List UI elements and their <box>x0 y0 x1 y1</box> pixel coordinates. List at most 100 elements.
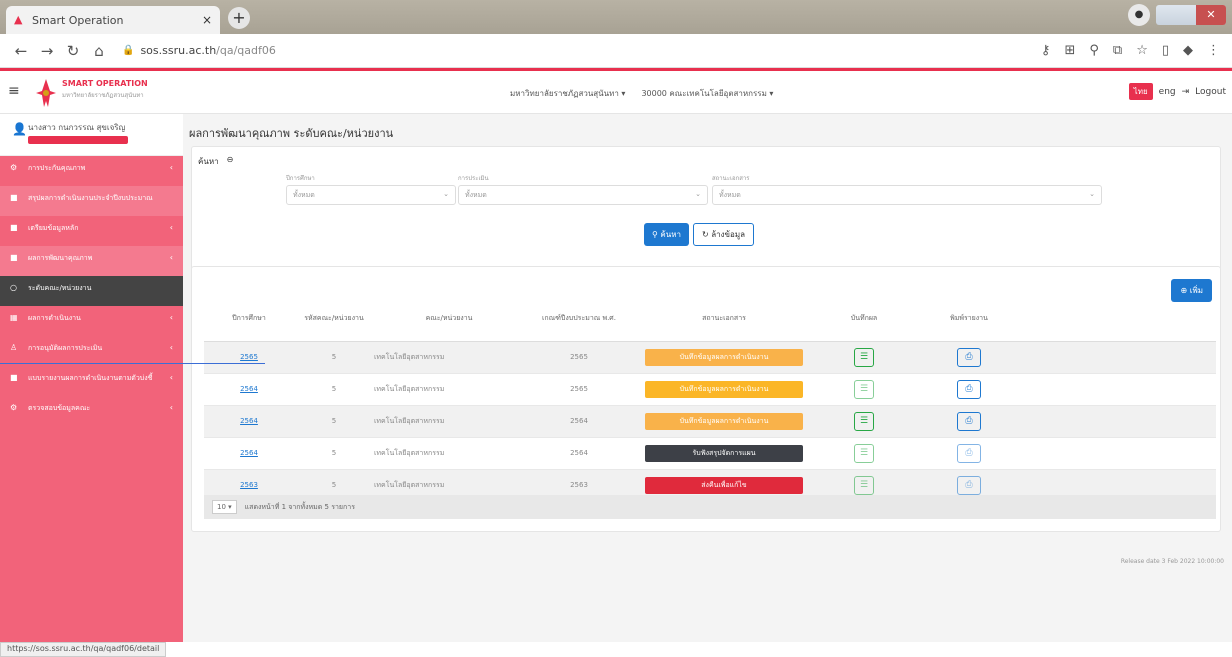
window-buttons[interactable]: ✕ <box>1156 5 1226 25</box>
lang-th-button[interactable]: ไทย <box>1128 83 1153 100</box>
sidebar-item-approval[interactable]: ♙ การอนุมัติผลการประเมิน ‹ <box>0 336 183 366</box>
university-dropdown[interactable]: มหาวิทยาลัยราชภัฏสวนสุนันทา ▾ <box>510 87 625 100</box>
table-row: 2565 5 เทคโนโลยีอุตสาหกรรม 2565 บันทึกข้… <box>204 341 1216 374</box>
chevron-left-icon: ‹ <box>169 373 173 382</box>
col-budget-year: เกณฑ์ปีงบประมาณ พ.ศ. <box>524 297 634 342</box>
sidebar-icon[interactable]: ▯ <box>1162 43 1169 58</box>
col-record: บันทึกผล <box>814 297 914 342</box>
page-size-select[interactable]: 10 ▾ <box>212 500 237 514</box>
print-icon[interactable]: ⎙ <box>957 411 981 431</box>
record-list-icon[interactable]: ☰ <box>854 411 874 431</box>
year-link[interactable]: 2564 <box>240 449 258 457</box>
academic-year-select[interactable]: ทั้งหมด ⌄ <box>286 185 456 205</box>
user-name: นางสาว กนกวรรณ สุขเจริญ <box>28 123 126 132</box>
search-button[interactable]: ⚲ ค้นหา <box>644 223 689 246</box>
browser-tab[interactable]: ▲ Smart Operation × <box>6 6 220 34</box>
print-icon[interactable]: ⎙ <box>957 475 981 495</box>
academic-year-label: ปีการศึกษา <box>286 175 315 182</box>
status-badge: บันทึกข้อมูลผลการดำเนินงาน <box>645 380 803 398</box>
sidebar-item-qa[interactable]: ⚙ การประกันคุณภาพ ‹ <box>0 156 183 186</box>
year-link[interactable]: 2564 <box>240 385 258 393</box>
sidebar-item-indicator-report[interactable]: ■ แบบรายงานผลการดำเนินงานตามตัวบ่งชี้ ‹ <box>0 366 183 396</box>
lock-icon: 🔒 <box>122 45 135 56</box>
results-table: ปีการศึกษา รหัสคณะ/หน่วยงาน คณะ/หน่วยงาน… <box>204 297 1216 502</box>
academic-year-field: ปีการศึกษา ทั้งหมด ⌄ <box>286 173 456 205</box>
assessment-select[interactable]: ทั้งหมด ⌄ <box>458 185 708 205</box>
year-link[interactable]: 2564 <box>240 417 258 425</box>
sidebar-item-quality-results[interactable]: ■ ผลการพัฒนาคุณภาพ ‹ <box>0 246 183 276</box>
zoom-icon[interactable]: ⚲ <box>1089 43 1099 58</box>
browser-titlebar: ▲ Smart Operation × + ● ✕ <box>0 0 1232 34</box>
sidebar-item-check-data[interactable]: ⚙ ตรวจสอบข้อมูลคณะ ‹ <box>0 396 183 426</box>
sidebar-item-label: การประกันคุณภาพ <box>28 164 86 172</box>
translate-icon[interactable]: ⊞ <box>1064 43 1075 58</box>
sidebar-item-faculty-level[interactable]: ○ ระดับคณะ/หน่วยงาน <box>0 276 183 306</box>
bookmark-star-icon[interactable]: ☆ <box>1136 43 1148 58</box>
sidebar-item-performance[interactable]: ▦ ผลการดำเนินงาน ‹ <box>0 306 183 336</box>
url-path: /qa/qadf06 <box>216 44 276 57</box>
puzzle-icon[interactable]: ◆ <box>1183 43 1193 58</box>
refresh-icon: ↻ <box>702 230 709 239</box>
reload-icon[interactable]: ↻ <box>62 42 84 60</box>
sidebar-item-label: สรุปผลการดำเนินงานประจำปีงบประมาณ <box>28 194 153 202</box>
logout-icon[interactable]: ⇥ <box>1182 87 1190 97</box>
address-bar: ← → ↻ ⌂ 🔒 sos.ssru.ac.th/qa/qadf06 ⚷ ⊞ ⚲… <box>0 34 1232 68</box>
sidebar-item-label: ผลการดำเนินงาน <box>28 314 81 322</box>
collapse-icon[interactable]: ⊖ <box>227 155 234 168</box>
budget-year: 2565 <box>524 341 634 374</box>
forward-icon[interactable]: → <box>36 42 58 60</box>
chevron-left-icon: ‹ <box>169 403 173 412</box>
search-header[interactable]: ค้นหา ⊖ <box>198 155 233 168</box>
unit-name: เทคโนโลยีอุตสาหกรรม <box>374 373 524 406</box>
new-tab-button[interactable]: + <box>228 7 250 29</box>
chevron-left-icon: ‹ <box>169 343 173 352</box>
url-field[interactable]: 🔒 sos.ssru.ac.th/qa/qadf06 <box>122 44 276 57</box>
record-list-icon[interactable]: ☰ <box>854 443 874 463</box>
clear-button-label: ล้างข้อมูล <box>711 230 745 239</box>
hamburger-menu-icon[interactable]: ≡ <box>8 83 20 99</box>
doc-status-label: สถานะเอกสาร <box>712 175 750 182</box>
chevron-down-icon: ⌄ <box>1089 190 1095 198</box>
clear-button[interactable]: ↻ ล้างข้อมูล <box>693 223 754 246</box>
sidebar-item-label: ตรวจสอบข้อมูลคณะ <box>28 404 91 412</box>
search-icon: ⚲ <box>652 230 658 239</box>
record-list-icon[interactable]: ☰ <box>854 379 874 399</box>
key-icon[interactable]: ⚷ <box>1041 43 1051 58</box>
year-link[interactable]: 2563 <box>240 481 258 489</box>
print-icon[interactable]: ⎙ <box>957 443 981 463</box>
extension-icon[interactable]: ⧉ <box>1113 43 1122 58</box>
home-icon[interactable]: ⌂ <box>88 42 110 60</box>
sidebar-item-label: การอนุมัติผลการประเมิน <box>28 344 103 352</box>
back-icon[interactable]: ← <box>10 42 32 60</box>
menu-dots-icon[interactable]: ⋮ <box>1207 43 1220 58</box>
chevron-left-icon: ‹ <box>169 223 173 232</box>
tab-close-button[interactable]: × <box>202 13 212 27</box>
unit-code: 5 <box>294 437 374 470</box>
record-list-icon[interactable]: ☰ <box>854 347 874 367</box>
status-badge: บันทึกข้อมูลผลการดำเนินงาน <box>645 348 803 366</box>
lang-en-button[interactable]: eng <box>1159 87 1176 97</box>
square-icon: ■ <box>10 223 18 232</box>
profile-icon[interactable]: ● <box>1128 4 1150 26</box>
unit-dropdown[interactable]: 30000 คณะเทคโนโลยีอุตสาหกรรม ▾ <box>641 87 773 100</box>
close-window-icon[interactable]: ✕ <box>1196 5 1226 25</box>
logout-link[interactable]: Logout <box>1195 87 1226 97</box>
print-icon[interactable]: ⎙ <box>957 379 981 399</box>
col-unit: คณะ/หน่วยงาน <box>374 297 524 342</box>
user-box: 👤 นางสาว กนกวรรณ สุขเจริญ <box>0 114 183 156</box>
sidebar-item-summary[interactable]: ■ สรุปผลการดำเนินงานประจำปีงบประมาณ <box>0 186 183 216</box>
sidebar-item-master-data[interactable]: ■ เตรียมข้อมูลหลัก ‹ <box>0 216 183 246</box>
chevron-left-icon: ‹ <box>169 163 173 172</box>
year-link[interactable]: 2565 <box>240 353 258 361</box>
ssru-logo <box>36 79 56 107</box>
assessment-field: การประเมิน ทั้งหมด ⌄ <box>458 173 708 205</box>
search-button-label: ค้นหา <box>660 230 681 239</box>
url-host: sos.ssru.ac.th <box>140 44 217 57</box>
print-icon[interactable]: ⎙ <box>957 347 981 367</box>
pagination-bar: 10 ▾ แสดงหน้าที่ 1 จากทั้งหมด 5 รายการ <box>204 495 1216 519</box>
doc-status-select[interactable]: ทั้งหมด ⌄ <box>712 185 1102 205</box>
col-print: พิมพ์รายงาน <box>914 297 1024 342</box>
brand[interactable]: SMART OPERATION มหาวิทยาลัยราชภัฏสวนสุนั… <box>62 79 148 100</box>
release-date: Release date 3 Feb 2022 10:00:00 <box>1120 558 1224 565</box>
record-list-icon[interactable]: ☰ <box>854 475 874 495</box>
